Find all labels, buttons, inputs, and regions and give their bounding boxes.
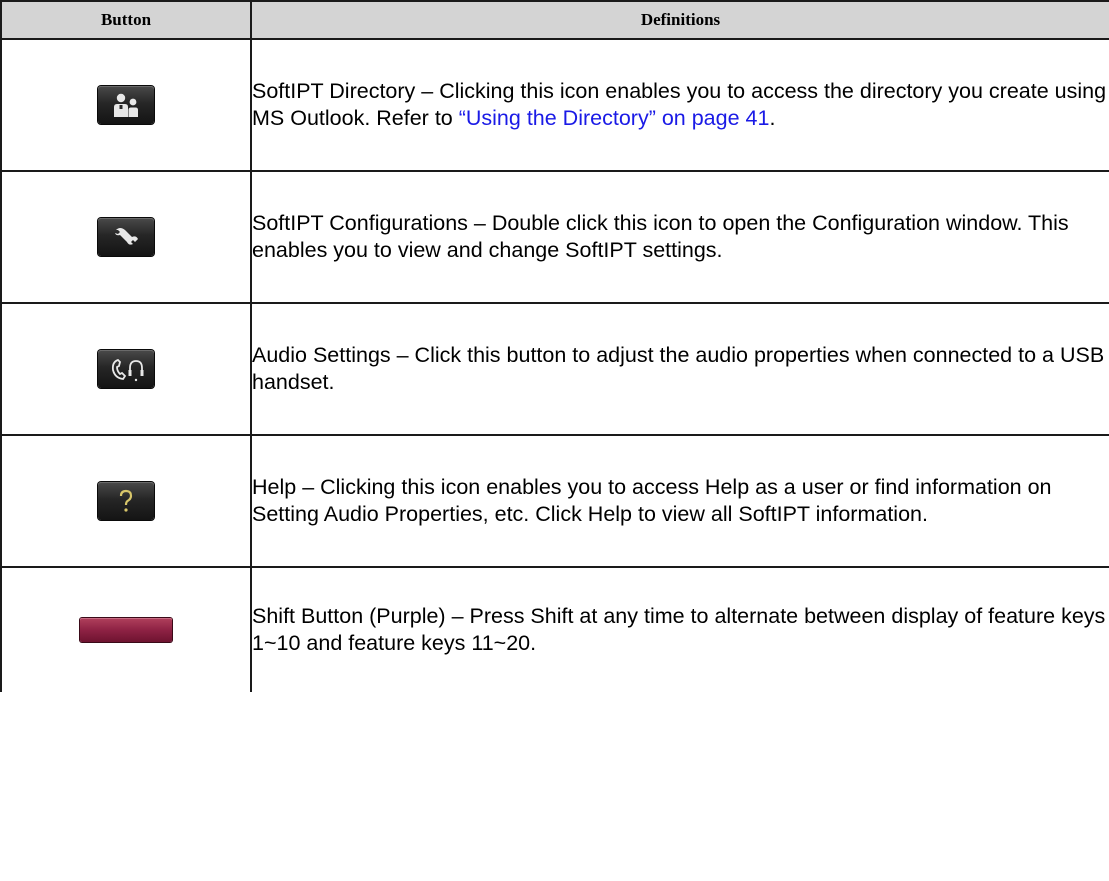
wrench-icon xyxy=(98,218,154,256)
shift-button-icon xyxy=(80,618,172,642)
button-cell xyxy=(0,434,252,568)
button-cell xyxy=(0,302,252,436)
definition-cell: Audio Settings – Click this button to ad… xyxy=(250,302,1109,436)
definition-cell: SoftIPT Directory – Clicking this icon e… xyxy=(250,38,1109,172)
help-question-icon xyxy=(98,482,154,520)
definition-cell: Help – Clicking this icon enables you to… xyxy=(250,434,1109,568)
using-directory-link[interactable]: “Using the Directory” on page 41 xyxy=(459,106,770,130)
table-row: SoftIPT Configurations – Double click th… xyxy=(0,170,1109,304)
table-row: Audio Settings – Click this button to ad… xyxy=(0,302,1109,436)
table-row: Shift Button (Purple) – Press Shift at a… xyxy=(0,566,1109,692)
directory-definition-end: . xyxy=(769,106,776,130)
column-header-definitions: Definitions xyxy=(250,0,1109,40)
table-row: Help – Clicking this icon enables you to… xyxy=(0,434,1109,568)
directory-icon xyxy=(98,86,154,124)
definition-cell: Shift Button (Purple) – Press Shift at a… xyxy=(250,566,1109,692)
column-header-button: Button xyxy=(0,0,252,40)
button-cell xyxy=(0,170,252,304)
button-cell xyxy=(0,566,252,692)
table-row: SoftIPT Directory – Clicking this icon e… xyxy=(0,38,1109,172)
definition-cell: SoftIPT Configurations – Double click th… xyxy=(250,170,1109,304)
audio-headset-icon xyxy=(98,350,154,388)
document-page: Button Definitions SoftIPT Directory – C… xyxy=(0,0,1109,881)
table-header-row: Button Definitions xyxy=(0,0,1109,40)
button-cell xyxy=(0,38,252,172)
button-definitions-table: Button Definitions SoftIPT Directory – C… xyxy=(0,0,1109,692)
